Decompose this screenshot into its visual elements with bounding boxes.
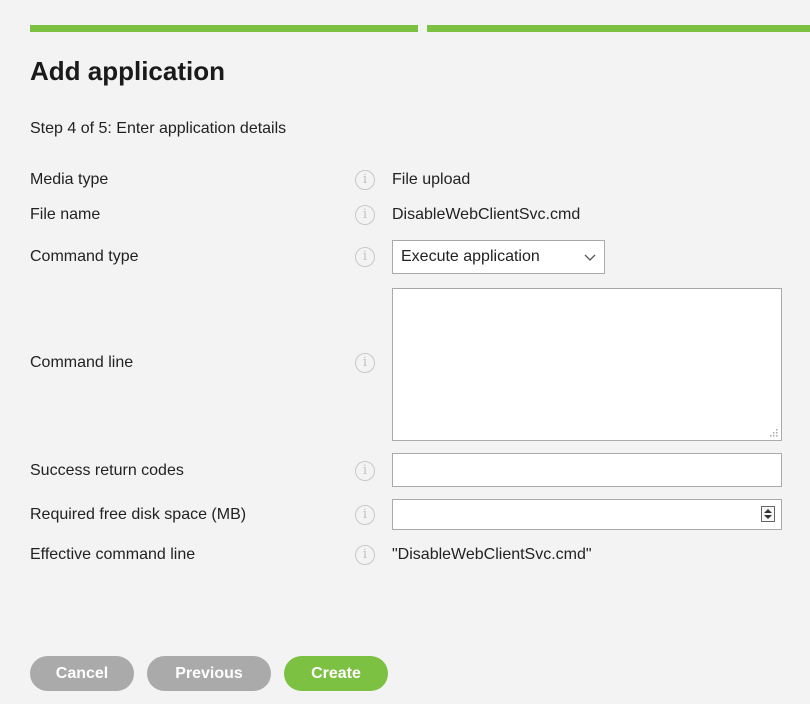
row-success-codes: Success return codes i [30,453,810,487]
page-title: Add application [30,56,225,86]
spinner-arrows-icon[interactable] [761,506,775,522]
command-line-textarea[interactable] [392,288,782,441]
chevron-down-icon [584,254,596,261]
file-name-value: DisableWebClientSvc.cmd [392,206,581,223]
command-line-label: Command line [30,354,134,371]
cancel-button[interactable]: Cancel [30,656,134,691]
media-type-label: Media type [30,171,109,188]
command-type-selected: Execute application [401,248,540,265]
command-type-select[interactable]: Execute application [392,240,605,274]
row-command-type: Command type i Execute application [30,240,810,274]
info-icon[interactable]: i [355,505,375,525]
info-icon[interactable]: i [355,170,375,190]
effective-command-line-label: Effective command line [30,546,196,563]
row-disk-space: Required free disk space (MB) i [30,499,810,530]
info-icon[interactable]: i [355,545,375,565]
effective-command-line-value: "DisableWebClientSvc.cmd" [392,546,592,563]
step-indicator: Step 4 of 5: Enter application details [30,120,287,137]
previous-button[interactable]: Previous [147,656,271,691]
info-icon[interactable]: i [355,247,375,267]
wizard-progress-bar [30,25,810,32]
success-codes-input[interactable] [392,453,782,487]
create-button[interactable]: Create [284,656,388,691]
success-codes-label: Success return codes [30,462,184,479]
info-icon[interactable]: i [355,205,375,225]
media-type-value: File upload [392,171,471,188]
info-icon[interactable]: i [355,353,375,373]
progress-segment-1 [30,25,418,32]
progress-segment-2 [427,25,810,32]
row-file-name: File name i DisableWebClientSvc.cmd [30,203,810,227]
row-command-line: Command line i [30,288,810,441]
command-type-label: Command type [30,248,139,265]
row-effective-command-line: Effective command line i "DisableWebClie… [30,543,810,567]
resize-grip-icon[interactable] [768,427,778,437]
info-icon[interactable]: i [355,461,375,481]
file-name-label: File name [30,206,101,223]
disk-space-label: Required free disk space (MB) [30,506,247,523]
disk-space-input[interactable] [392,499,782,530]
row-media-type: Media type i File upload [30,168,810,192]
